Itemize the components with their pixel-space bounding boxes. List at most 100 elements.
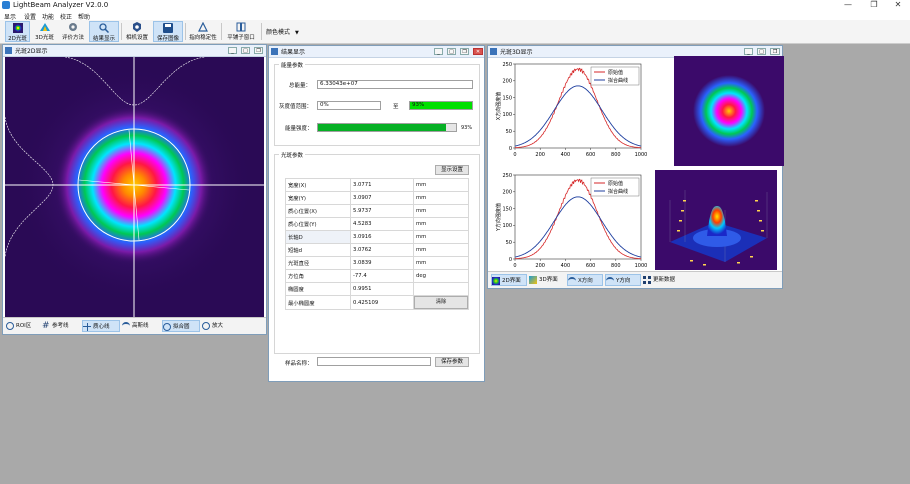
energy-group-title: 能量参数 [279, 61, 306, 69]
maximize-button[interactable]: ❐ [864, 0, 884, 9]
y-tick-label: 50 [506, 129, 512, 135]
beam-3d-icon [529, 275, 537, 284]
uniformity-label: 能量强度： [285, 126, 313, 132]
roi-icon [6, 321, 14, 330]
tab-x-direction[interactable]: X方向 [567, 274, 603, 286]
table-row: 短轴d 3.0762 mm [285, 243, 469, 257]
toolbar-separator [261, 23, 262, 40]
update-data-button[interactable]: 更新数据 [643, 274, 687, 286]
window-close-button[interactable]: ✕ [473, 48, 483, 55]
table-row: 椭圆度 0.9951 [285, 282, 469, 296]
param-name: 宽度(X) [285, 178, 351, 192]
crosshair-icon [83, 322, 91, 331]
y-profile-chart: 0 50 100 150 200 250 0 200 400 600 800 1000 Y方向强度值 原始… [491, 169, 651, 279]
legend-label: 拟合曲线 [608, 77, 628, 84]
legend-label: 拟合曲线 [608, 188, 628, 195]
beam-2d-window: 光斑2D显示 _ □ ❐ ROI区 # 参考线 质心线 高斯线 拟合圆 放大 [2, 44, 267, 335]
toolbar-results-button[interactable]: 结果显示 [89, 21, 119, 42]
uniformity-progress-fill [318, 124, 447, 131]
x-profile-chart: 0 50 100 150 200 250 0 200 400 600 800 1000 X方向强度值 原始… [491, 58, 651, 168]
gray-range-label: 灰度值范围： [279, 104, 313, 110]
color-mode-dropdown[interactable]: 颜色模式 ▼ [266, 27, 299, 36]
app-title: LightBeam Analyzer V2.0.0 [13, 1, 109, 9]
toolbar-2d-beam-button[interactable]: 2D光斑 [5, 21, 30, 42]
toolbar-tile-windows-button[interactable]: 平铺子窗口 [224, 21, 258, 42]
close-button[interactable]: ✕ [888, 0, 908, 9]
total-energy-field[interactable]: 6.33043e+07 [317, 80, 473, 89]
app-title-bar: LightBeam Analyzer V2.0.0 — ❐ ✕ [0, 0, 910, 11]
roi-toggle[interactable]: ROI区 [6, 320, 40, 332]
beam-3d-bottom-bar: 2D界面 3D界面 X方向 Y方向 更新数据 [488, 271, 782, 288]
tab-3d-view[interactable]: 3D界面 [529, 274, 565, 286]
gaussian-icon [122, 321, 130, 330]
y-tick-label: 100 [502, 112, 512, 118]
total-energy-label: 总能量： [289, 83, 312, 89]
window-minimize-button[interactable]: _ [744, 48, 753, 55]
fit-circle-toggle[interactable]: 拟合圆 [162, 320, 200, 332]
window-maximize-button[interactable]: □ [447, 48, 456, 55]
uniformity-progress-bar [317, 123, 457, 132]
reference-line-toggle[interactable]: # 参考线 [42, 320, 80, 332]
param-name: 宽度(Y) [285, 191, 351, 205]
window-restore-button[interactable]: ❐ [254, 47, 263, 54]
table-row: 光斑直径 3.0839 mm [285, 256, 469, 270]
window-maximize-button[interactable]: □ [757, 48, 766, 55]
param-unit: mm [413, 256, 469, 270]
toolbar-save-image-button[interactable]: 保存图像 [153, 21, 183, 42]
toolbar-camera-settings-button[interactable]: 相机设置 [123, 21, 151, 42]
menu-bar: 显示 设置 功能 校正 帮助 [0, 11, 910, 21]
save-icon [163, 23, 173, 33]
y-tick-label: 0 [509, 257, 512, 263]
param-unit: mm [413, 217, 469, 231]
x-tick-label: 200 [535, 263, 545, 269]
param-unit: mm [413, 243, 469, 257]
param-value: 0.425109 [350, 295, 414, 310]
save-params-button[interactable]: 保存参数 [435, 357, 469, 367]
window-maximize-button[interactable]: □ [241, 47, 250, 54]
tile-windows-icon [236, 22, 246, 32]
param-value: 3.0762 [350, 243, 414, 257]
param-name: 质心位置(Y) [285, 217, 351, 231]
centroid-line-toggle[interactable]: 质心线 [82, 320, 120, 332]
param-value: 5.9737 [350, 204, 414, 218]
beam-3d-icon [39, 23, 50, 31]
x-tick-label: 0 [513, 152, 516, 158]
tab-y-direction[interactable]: Y方向 [605, 274, 641, 286]
toolbar-separator [121, 23, 122, 40]
param-value: 0.9951 [350, 282, 414, 296]
toolbar-pointing-stability-button[interactable]: 指向稳定性 [187, 21, 219, 42]
zoom-button[interactable]: 放大 [202, 320, 234, 332]
result-window: 结果显示 _ □ ❐ ✕ 能量参数 总能量： 6.33043e+07 灰度值范围… [268, 45, 485, 382]
window-minimize-button[interactable]: _ [228, 47, 237, 54]
gray-max-field[interactable]: 93% [409, 101, 473, 110]
gray-min-field[interactable]: 0% [317, 101, 381, 110]
param-unit: mm [413, 230, 469, 244]
toolbar-evaluation-button[interactable]: 评价方法 [59, 21, 87, 42]
param-value: -77.4 [350, 269, 414, 283]
show-settings-button[interactable]: 显示设置 [435, 165, 469, 175]
grid-icon [643, 275, 651, 284]
y-tick-label: 100 [502, 223, 512, 229]
window-minimize-button[interactable]: _ [434, 48, 443, 55]
param-value: 3.0907 [350, 191, 414, 205]
sample-name-input[interactable] [317, 357, 431, 366]
table-row: 宽度(X) 3.0771 mm [285, 178, 469, 192]
y-tick-label: 250 [502, 173, 512, 179]
y-axis-label: Y方向强度值 [495, 203, 502, 232]
window-restore-button[interactable]: ❐ [770, 48, 780, 55]
gray-to-label: 至 [393, 104, 399, 110]
magnifier-icon [99, 23, 109, 33]
x-tick-label: 400 [561, 152, 571, 158]
tab-2d-view[interactable]: 2D界面 [491, 274, 527, 286]
gaussian-line-toggle[interactable]: 高斯线 [122, 320, 160, 332]
toolbar-3d-beam-button[interactable]: 3D光斑 [32, 21, 57, 42]
beam-2d-bottom-bar: ROI区 # 参考线 质心线 高斯线 拟合圆 放大 [3, 317, 266, 334]
param-unit: deg [413, 269, 469, 283]
window-restore-button[interactable]: ❐ [460, 48, 469, 55]
uniformity-percent: 93% [461, 125, 473, 131]
minimize-button[interactable]: — [838, 0, 858, 9]
grid-icon: # [42, 320, 50, 331]
param-name: 椭圆度 [285, 282, 351, 296]
y-tick-label: 150 [502, 206, 512, 212]
clear-button[interactable]: 清除 [414, 296, 468, 309]
